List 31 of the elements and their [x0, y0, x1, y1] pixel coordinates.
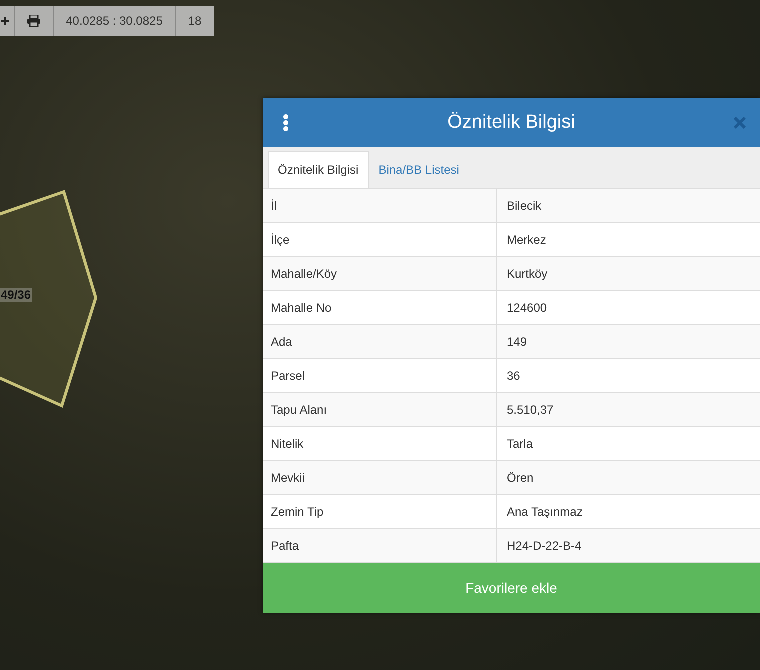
- table-cell: Ana Taşınmaz: [496, 495, 760, 528]
- table-cell-text: Nitelik: [270, 436, 305, 452]
- table-cell-text: İlçe: [270, 232, 291, 248]
- table-cell-text: Parsel: [270, 368, 306, 384]
- table-cell: 5.510,37: [496, 393, 760, 426]
- table-cell: 124600: [496, 291, 760, 324]
- table-cell-text: Mahalle/Köy: [270, 266, 338, 282]
- table-cell-text: Zemin Tip: [270, 504, 325, 520]
- zoom-level: 18: [187, 13, 203, 30]
- table-cell: Ören: [496, 461, 760, 494]
- menu-button[interactable]: [283, 114, 289, 132]
- tab[interactable]: Öznitelik Bilgisi: [268, 151, 369, 188]
- table-cell-text: Tapu Alanı: [270, 402, 328, 418]
- add-favorites-button[interactable]: Favorilere ekle: [263, 563, 760, 613]
- tab[interactable]: Bina/BB Listesi: [368, 151, 470, 188]
- table-cell-text: İl: [270, 198, 278, 214]
- table-cell: H24-D-22-B-4: [496, 529, 760, 562]
- table-cell-text: Pafta: [270, 538, 300, 554]
- table-cell: Merkez: [496, 223, 760, 256]
- table-cell: Bilecik: [496, 189, 760, 222]
- printer-icon: [27, 15, 41, 27]
- table-cell: Kurtköy: [496, 257, 760, 290]
- table-cell-text: Ada: [270, 334, 294, 350]
- panel-title: Öznitelik Bilgisi: [448, 112, 576, 134]
- table-cell-text: Mahalle No: [270, 300, 333, 316]
- coordinates-display: 40.0285 : 30.0825: [54, 6, 176, 36]
- table-cell-text: Mevkii: [270, 470, 306, 486]
- parcel-label: 49/36: [0, 288, 32, 302]
- table-cell: 36: [496, 359, 760, 392]
- table-cell: 149: [496, 325, 760, 358]
- table-cell: Tarla: [496, 427, 760, 460]
